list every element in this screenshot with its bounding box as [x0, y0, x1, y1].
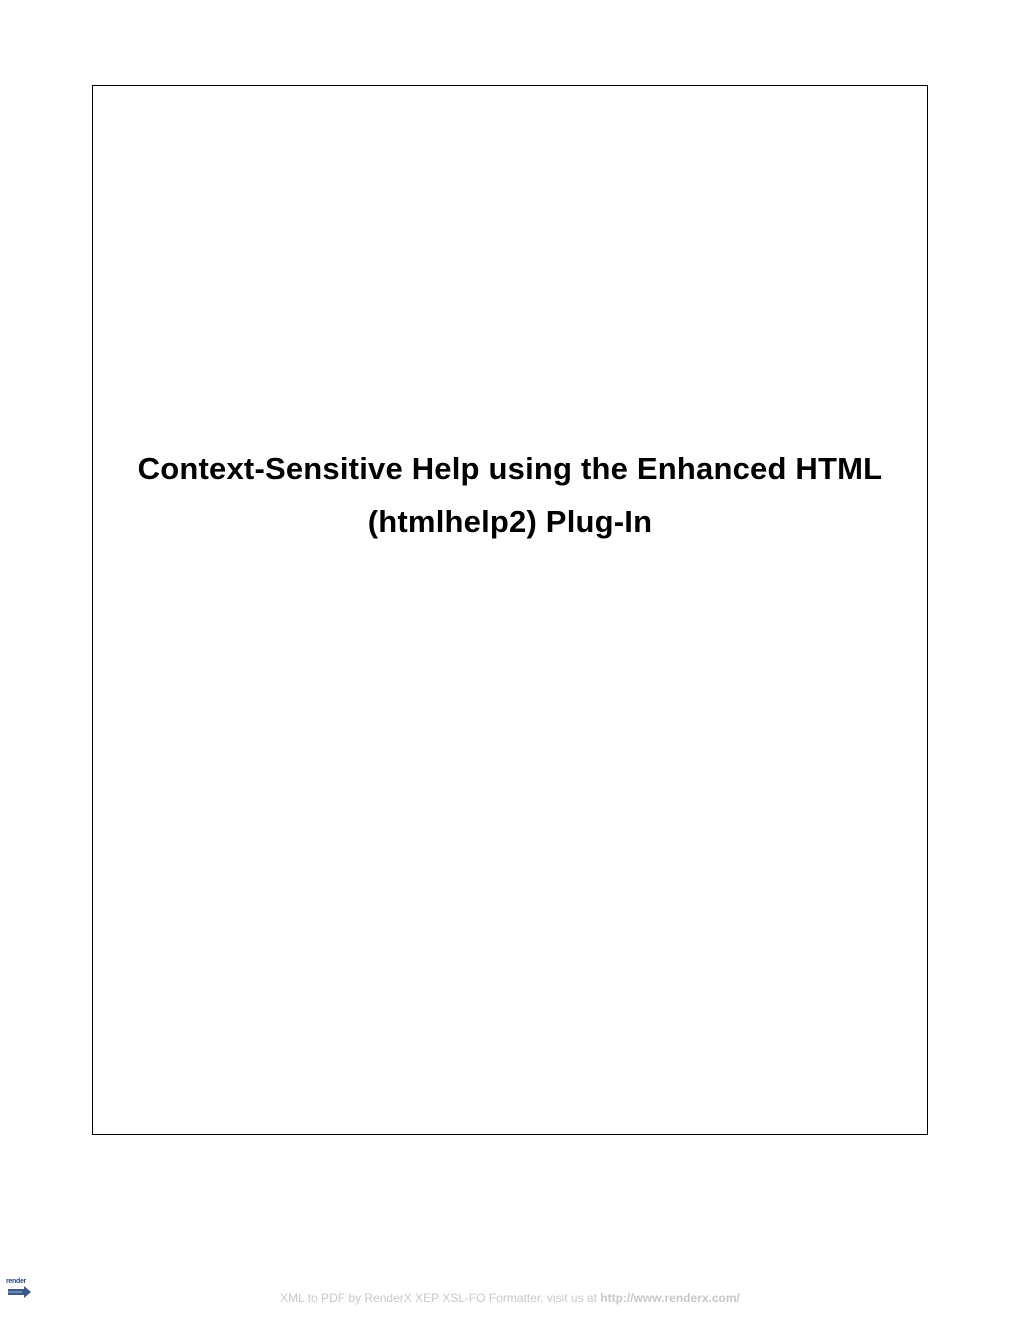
- document-title-block: Context-Sensitive Help using the Enhance…: [93, 443, 927, 548]
- document-title-line2: (htmlhelp2) Plug-In: [97, 496, 923, 549]
- page-border: Context-Sensitive Help using the Enhance…: [92, 85, 928, 1135]
- logo-text: render: [6, 1278, 36, 1285]
- footer-link[interactable]: http://www.renderx.com/: [600, 1291, 740, 1305]
- page-footer: XML to PDF by RenderX XEP XSL-FO Formatt…: [0, 1291, 1020, 1305]
- document-title-line1: Context-Sensitive Help using the Enhance…: [97, 443, 923, 496]
- footer-text: XML to PDF by RenderX XEP XSL-FO Formatt…: [280, 1291, 600, 1305]
